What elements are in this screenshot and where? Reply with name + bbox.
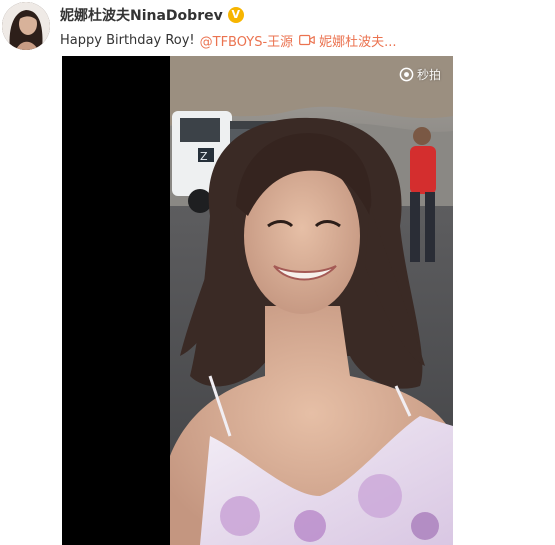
author-avatar[interactable] xyxy=(2,2,50,50)
avatar-photo xyxy=(2,2,50,50)
post-text: Happy Birthday Roy! @TFBOYS-王源 妮娜杜波夫... xyxy=(60,31,397,50)
watermark: 秒拍 xyxy=(399,66,441,83)
post-header: 妮娜杜波夫NinaDobrev V xyxy=(60,6,244,24)
mention-link[interactable]: @TFBOYS-王源 xyxy=(200,31,294,50)
video-player[interactable]: Z 秒拍 xyxy=(62,56,453,545)
weibo-post: 妮娜杜波夫NinaDobrev V Happy Birthday Roy! @T… xyxy=(0,0,555,545)
watermark-text: 秒拍 xyxy=(416,68,441,82)
author-name[interactable]: 妮娜杜波夫NinaDobrev xyxy=(60,5,223,25)
verified-badge-icon: V xyxy=(227,7,244,23)
video-frame: Z 秒拍 xyxy=(170,56,453,545)
post-body-text: Happy Birthday Roy! xyxy=(60,32,195,48)
video-still-image: Z xyxy=(170,56,453,545)
miaopai-logo-icon xyxy=(399,67,414,82)
svg-text:Z: Z xyxy=(200,150,208,163)
video-link-label: 妮娜杜波夫... xyxy=(319,34,397,50)
video-camera-icon xyxy=(299,34,315,46)
video-link[interactable]: 妮娜杜波夫... xyxy=(299,31,397,50)
